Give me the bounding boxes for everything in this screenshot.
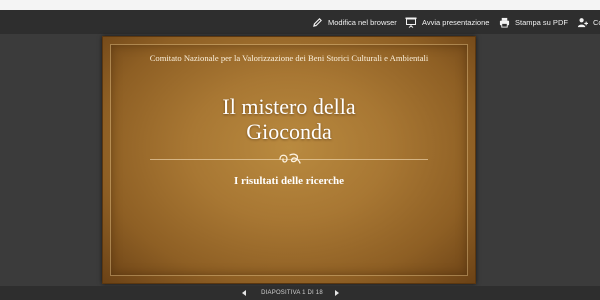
slide-organization: Comitato Nazionale per la Valorizzazione… bbox=[149, 53, 429, 63]
slide-counter: DIAPOSITIVA 1 DI 18 bbox=[261, 290, 323, 296]
slide-title-line-2: Gioconda bbox=[246, 119, 332, 144]
printer-icon bbox=[499, 17, 510, 28]
edit-in-browser-label: Modifica nel browser bbox=[328, 17, 397, 27]
slide-subtitle: I risultati delle ricerche bbox=[233, 175, 345, 187]
triangle-right-icon[interactable] bbox=[333, 289, 341, 297]
triangle-left-icon[interactable] bbox=[240, 289, 248, 297]
start-presentation-button[interactable]: Avvia presentazione bbox=[405, 15, 489, 29]
add-person-icon bbox=[577, 17, 588, 27]
share-button[interactable]: Co bbox=[577, 15, 600, 29]
slide-navigation-bar: DIAPOSITIVA 1 DI 18 bbox=[0, 286, 600, 300]
viewer-toolbar: Modifica nel browser Avvia presentazione… bbox=[0, 10, 600, 34]
print-to-pdf-label: Stampa su PDF bbox=[515, 17, 568, 27]
print-to-pdf-button[interactable]: Stampa su PDF bbox=[499, 15, 568, 29]
browser-top-strip bbox=[0, 0, 600, 10]
slide-title-line-1: Il mistero della bbox=[222, 94, 356, 119]
slide-title: Il mistero della Gioconda bbox=[103, 94, 475, 144]
edit-in-browser-button[interactable]: Modifica nel browser bbox=[312, 15, 397, 29]
start-presentation-label: Avvia presentazione bbox=[422, 17, 490, 27]
pencil-icon bbox=[313, 17, 322, 27]
presentation-screen-icon bbox=[405, 17, 417, 28]
share-label: Co bbox=[593, 17, 600, 27]
slide-canvas[interactable]: Comitato Nazionale per la Valorizzazione… bbox=[102, 36, 476, 284]
flourish-icon bbox=[279, 153, 301, 164]
